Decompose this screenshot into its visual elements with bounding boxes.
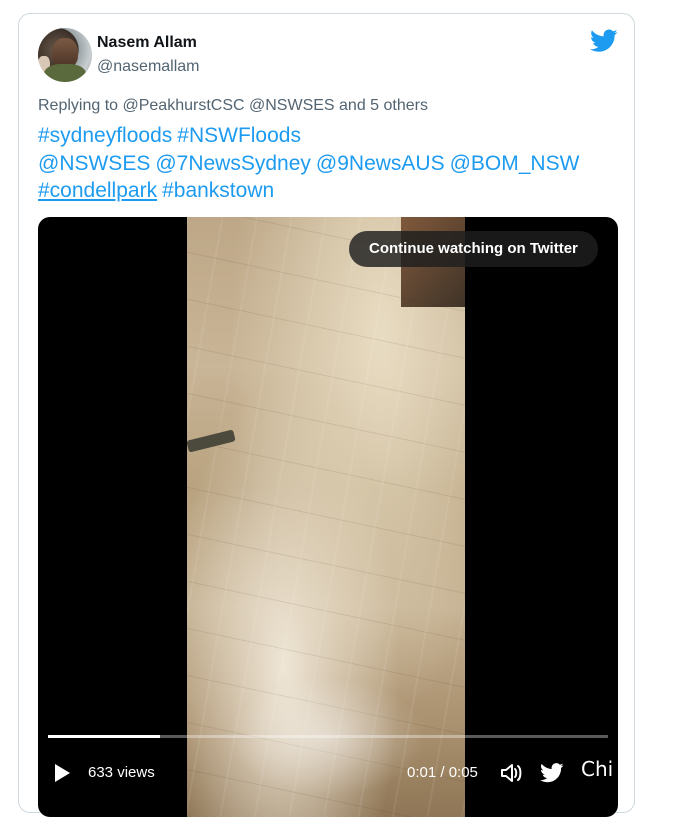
mention-link[interactable]: @9NewsAUS — [316, 152, 445, 175]
hashtag-link[interactable]: #bankstown — [162, 179, 274, 202]
video-progress-fill — [48, 735, 160, 738]
twitter-bird-icon[interactable] — [590, 29, 618, 53]
user-handle[interactable]: @nasemallam — [97, 58, 200, 76]
video-controls: 633 views 0:01 / 0:05 Chi — [38, 755, 618, 785]
video-player[interactable]: Continue watching on Twitter 633 views 0… — [38, 217, 618, 817]
volume-icon[interactable] — [499, 762, 523, 784]
play-icon[interactable] — [55, 764, 70, 782]
tweet-line-1: #sydneyfloods #NSWFloods — [38, 122, 628, 150]
mention-link[interactable]: @BOM_NSW — [450, 152, 580, 175]
continue-watching-button[interactable]: Continue watching on Twitter — [349, 231, 598, 267]
hashtag-link[interactable]: #sydneyfloods — [38, 124, 172, 147]
twitter-bird-icon[interactable] — [540, 763, 564, 783]
avatar-shirt — [44, 64, 86, 82]
video-time: 0:01 / 0:05 — [407, 764, 478, 781]
tweet-card[interactable]: Nasem Allam @nasemallam Replying to @Pea… — [18, 13, 635, 817]
video-progress-bar[interactable] — [48, 735, 608, 738]
display-name[interactable]: Nasem Allam — [97, 34, 197, 52]
fullscreen-label[interactable]: Chi — [581, 757, 613, 781]
tweet-text: #sydneyfloods #NSWFloods @NSWSES @7NewsSyd… — [38, 122, 628, 205]
tweet-line-2: @NSWSES @7NewsSydney @9NewsAUS @BOM_NSW — [38, 150, 628, 178]
tweet-line-3: #condellpark #bankstown — [38, 177, 628, 205]
hashtag-link[interactable]: #NSWFloods — [177, 124, 301, 147]
mention-link[interactable]: @NSWSES — [38, 152, 150, 175]
view-count: 633 views — [88, 764, 155, 781]
video-debris — [186, 429, 236, 453]
video-frame[interactable] — [186, 217, 465, 817]
avatar[interactable] — [38, 28, 92, 82]
mention-link[interactable]: @7NewsSydney — [155, 152, 311, 175]
hashtag-link[interactable]: #condellpark — [38, 179, 157, 202]
reply-context[interactable]: Replying to @PeakhurstCSC @NSWSES and 5 … — [38, 97, 428, 115]
